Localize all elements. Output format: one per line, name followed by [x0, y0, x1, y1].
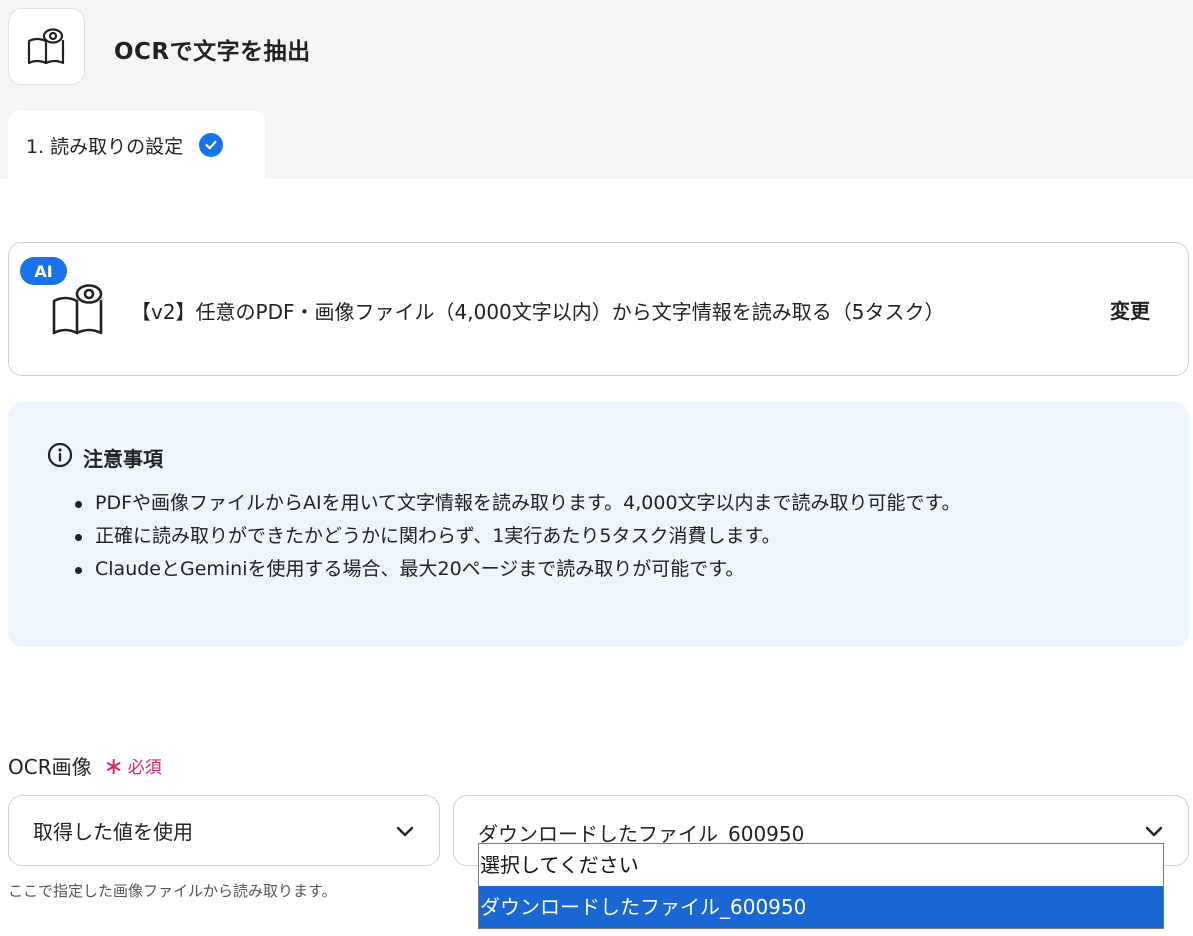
action-label: 【v2】任意のPDF・画像ファイル（4,000文字以内）から文字情報を読み取る（…: [131, 300, 945, 324]
page-title: OCRで文字を抽出: [114, 39, 311, 65]
field-label-text: OCR画像: [8, 755, 92, 779]
top-bar: OCRで文字を抽出 1. 読み取りの設定: [0, 0, 1193, 179]
notice-title: 注意事項: [83, 446, 163, 471]
field-hint: ここで指定した画像ファイルから読み取ります。: [8, 882, 337, 900]
dropdown-option[interactable]: 選択してください: [479, 844, 1163, 886]
ocr-image-label: OCR画像 ∗ 必須: [8, 751, 162, 780]
notice-item: 正確に読み取りができたかどうかに関わらず、1実行あたり5タスク消費します。: [72, 521, 961, 554]
notice-header: 注意事項: [47, 442, 163, 472]
notice-item: ClaudeとGeminiを使用する場合、最大20ページまで読み取りが可能です。: [72, 554, 961, 587]
notice-list: PDFや画像ファイルからAIを用いて文字情報を読み取ります。4,000文字以内ま…: [72, 488, 961, 587]
dropdown-option-selected[interactable]: ダウンロードしたファイル_600950: [479, 886, 1163, 928]
chevron-down-icon: [1144, 821, 1164, 845]
required-text: 必須: [127, 758, 162, 778]
notice-item: PDFや画像ファイルからAIを用いて文字情報を読み取ります。4,000文字以内ま…: [72, 488, 961, 521]
notice-box: 注意事項 PDFや画像ファイルからAIを用いて文字情報を読み取ります。4,000…: [8, 402, 1189, 647]
asterisk-icon: ∗: [103, 751, 124, 780]
change-button[interactable]: 変更: [1110, 295, 1150, 324]
check-icon: [199, 133, 224, 157]
tab-label: 1. 読み取りの設定: [26, 135, 184, 158]
tab-read-settings[interactable]: 1. 読み取りの設定: [8, 111, 265, 179]
required-badge: ∗ 必須: [103, 751, 162, 780]
ocr-book-eye-icon: [51, 281, 107, 345]
select-value: 取得した値を使用: [33, 820, 193, 844]
file-dropdown-list: 選択してください ダウンロードしたファイル_600950: [478, 843, 1164, 929]
source-type-select[interactable]: 取得した値を使用: [8, 795, 440, 866]
chevron-down-icon: [395, 821, 415, 845]
ocr-book-eye-icon: [8, 8, 85, 85]
action-card: AI 【v2】任意のPDF・画像ファイル（4,000文字以内）から文字情報を読み…: [8, 242, 1189, 376]
info-icon: [47, 442, 73, 472]
